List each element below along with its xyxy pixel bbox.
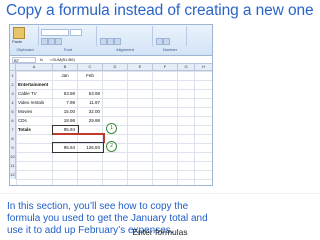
cell-c3[interactable]: 53.98: [78, 89, 100, 98]
column-header[interactable]: G: [178, 64, 195, 70]
cell-b3[interactable]: 53.98: [53, 89, 75, 98]
underline-icon[interactable]: [55, 38, 62, 45]
fill-highlight: [53, 133, 103, 135]
ribbon-group-label: Clipboard: [16, 47, 34, 52]
cell-b5[interactable]: 15.00: [53, 107, 75, 116]
italic-icon[interactable]: [48, 38, 55, 45]
cell-a4[interactable]: Video rentals: [18, 98, 44, 107]
cell-b6[interactable]: 18.98: [53, 116, 75, 125]
row-header[interactable]: 12: [10, 170, 16, 179]
cell-a3[interactable]: Cable TV: [18, 89, 37, 98]
column-header[interactable]: A: [16, 64, 53, 70]
slide-title: Copy a formula instead of creating a new…: [6, 2, 314, 19]
font-name-box[interactable]: [41, 29, 69, 36]
column-header[interactable]: B: [53, 64, 78, 70]
sidebar-text: Sometimes it’s easier to copy formulas t…: [217, 31, 317, 82]
column-header[interactable]: D: [103, 64, 128, 70]
cell-a6[interactable]: CDs: [18, 116, 27, 125]
cell-a7[interactable]: Totals: [18, 125, 31, 134]
row-header[interactable]: 5: [10, 107, 16, 116]
callout-1: 1: [106, 123, 117, 134]
formula-bar: B7 fx =SUM(B1:B6): [10, 56, 212, 64]
cell-c6[interactable]: 29.98: [78, 116, 100, 125]
formula-text[interactable]: =SUM(B1:B6): [50, 57, 75, 62]
cell-b1[interactable]: Jan: [54, 71, 76, 80]
callout-2: 2: [106, 141, 117, 152]
fx-icon: fx: [40, 57, 44, 62]
cell-c4[interactable]: 11.97: [78, 98, 100, 107]
excel-ribbon: Paste Clipboard Font Alignment Number: [10, 25, 212, 56]
cell-a5[interactable]: Movies: [18, 107, 32, 116]
row-header[interactable]: 1: [10, 71, 16, 80]
font-size-box[interactable]: [70, 29, 82, 36]
bold-icon[interactable]: [41, 38, 48, 45]
align-right-icon[interactable]: [114, 38, 121, 45]
column-header[interactable]: C: [78, 64, 103, 70]
align-center-icon[interactable]: [107, 38, 114, 45]
row-header[interactable]: 9: [10, 143, 16, 152]
row-header[interactable]: 8: [10, 134, 16, 143]
excel-screenshot: Paste Clipboard Font Alignment Number B7…: [9, 24, 213, 186]
row-header[interactable]: 2: [10, 80, 16, 89]
ribbon-group-label: Number: [162, 47, 178, 52]
clipboard-group: [10, 26, 39, 46]
cell-a2[interactable]: Entertainment: [18, 80, 48, 89]
divider: [0, 193, 320, 194]
row-header[interactable]: 7: [10, 125, 16, 134]
ribbon-group-label: Font: [63, 47, 72, 52]
cell-c5[interactable]: 32.00: [78, 107, 100, 116]
row-header[interactable]: 11: [10, 161, 16, 170]
column-header[interactable]: E: [128, 64, 153, 70]
align-left-icon[interactable]: [100, 38, 107, 45]
column-headers: A B C D E F G H: [10, 64, 212, 71]
selection-border: [52, 142, 104, 153]
row-header[interactable]: 6: [10, 116, 16, 125]
name-box[interactable]: B7: [12, 57, 36, 63]
cell-c1[interactable]: Feb: [79, 71, 101, 80]
cell-b4[interactable]: 7.98: [53, 98, 75, 107]
row-header[interactable]: 4: [10, 98, 16, 107]
currency-icon[interactable]: [156, 38, 163, 45]
slide-footer: Enter formulas: [132, 227, 188, 237]
row-header[interactable]: 3: [10, 89, 16, 98]
column-header[interactable]: F: [153, 64, 178, 70]
column-header[interactable]: H: [195, 64, 212, 70]
row-header[interactable]: 10: [10, 152, 16, 161]
ribbon-group-label: Alignment: [116, 47, 134, 52]
percent-icon[interactable]: [163, 38, 170, 45]
